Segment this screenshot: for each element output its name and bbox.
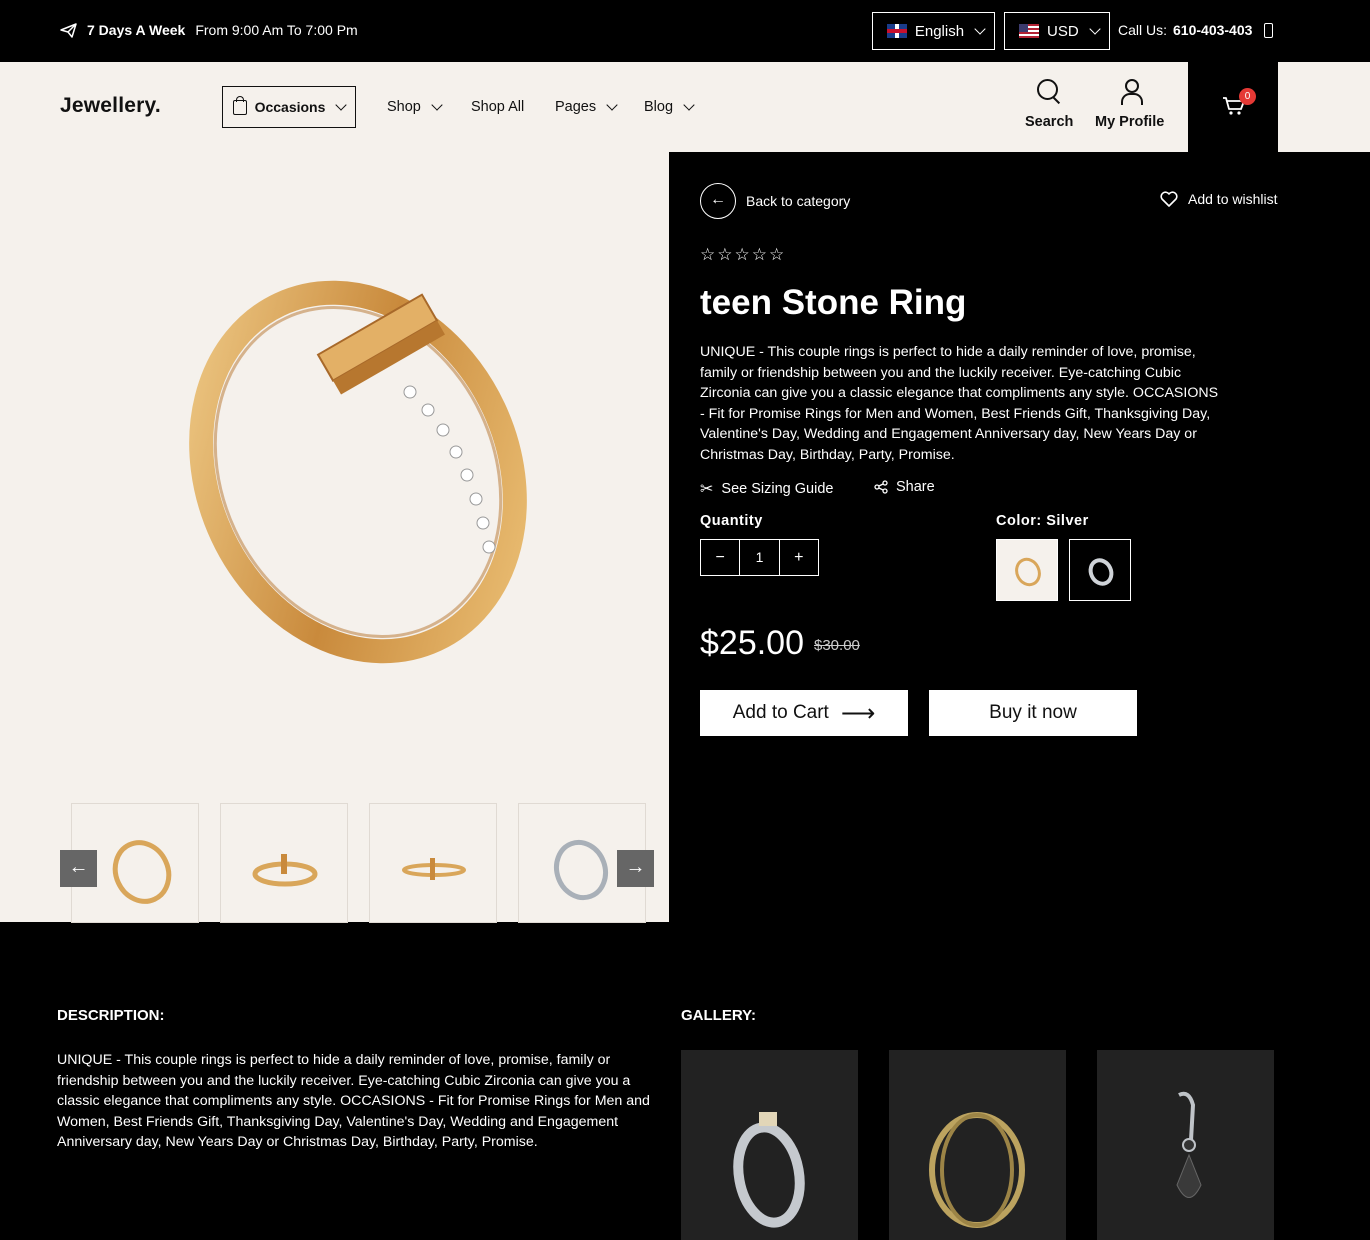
phone-icon: [1264, 22, 1274, 38]
hours-time: From 9:00 Am To 7:00 Pm: [195, 22, 358, 38]
nav-pages-label: Pages: [555, 99, 597, 115]
silver-ring-icon: [1088, 558, 1114, 586]
chevron-down-icon: [683, 99, 695, 111]
nav-shop[interactable]: Shop: [387, 99, 443, 115]
silver-ring-image: [733, 1112, 805, 1228]
cart-count-badge: 0: [1239, 88, 1256, 105]
buy-now-button[interactable]: Buy it now: [929, 690, 1137, 736]
nav-shop-all-label: Shop All: [471, 99, 525, 115]
arrow-right-icon: ⟶: [840, 699, 876, 727]
nav-pages[interactable]: Pages: [555, 99, 618, 115]
wishlist-label: Add to wishlist: [1188, 191, 1278, 207]
search-button[interactable]: Search: [1025, 78, 1073, 130]
nav-blog[interactable]: Blog: [644, 99, 695, 115]
search-icon: [1036, 78, 1062, 104]
occasions-label: Occasions: [254, 99, 326, 115]
thumbnail-3[interactable]: [369, 803, 497, 923]
quantity-decrease-button[interactable]: −: [701, 540, 739, 575]
user-icon: [1117, 78, 1143, 105]
nav-blog-label: Blog: [644, 99, 674, 115]
us-flag-icon: [1019, 24, 1039, 38]
color-label: Color: Silver: [996, 513, 1089, 529]
scissors-icon: ✂: [700, 481, 714, 498]
gallery-item-3[interactable]: [1097, 1050, 1274, 1240]
minus-icon: −: [715, 549, 725, 566]
rating-stars: ☆☆☆☆☆: [700, 245, 787, 264]
color-swatch-gold[interactable]: [996, 539, 1058, 601]
thumbnail-prev-button[interactable]: ←: [60, 850, 97, 887]
uk-flag-icon: [887, 24, 907, 38]
thumbnail-image: [252, 854, 318, 887]
add-to-cart-button[interactable]: Add to Cart ⟶: [700, 690, 908, 736]
chevron-down-icon: [974, 23, 986, 35]
nav-shop-label: Shop: [387, 99, 421, 115]
gold-ring-icon: [1015, 557, 1041, 587]
heart-icon: [1160, 191, 1178, 207]
gallery-item-1[interactable]: [681, 1050, 858, 1240]
product-detail-panel: [669, 152, 1370, 922]
woven-gold-ring-image: [929, 1112, 1025, 1228]
logo[interactable]: Jewellery.: [60, 94, 161, 118]
thumbnail-2[interactable]: [220, 803, 348, 923]
arrow-right-icon: →: [625, 856, 646, 878]
nav-shop-all[interactable]: Shop All: [471, 99, 524, 115]
gallery-heading: GALLERY:: [681, 1007, 756, 1024]
quantity-increase-button[interactable]: +: [780, 540, 818, 575]
share-button[interactable]: Share: [874, 479, 935, 495]
chevron-down-icon: [431, 99, 443, 111]
earring-image: [1176, 1091, 1202, 1198]
language-value: English: [914, 22, 965, 40]
language-select[interactable]: English: [872, 12, 995, 50]
opening-hours: 7 Days A Week From 9:00 Am To 7:00 Pm: [60, 22, 358, 38]
buy-now-label: Buy it now: [989, 702, 1077, 723]
arrow-left-icon: ←: [710, 191, 726, 208]
chevron-down-icon: [606, 99, 618, 111]
add-to-wishlist-button[interactable]: Add to wishlist: [1160, 191, 1277, 207]
call-label: Call Us:: [1118, 22, 1168, 38]
sizing-guide-link[interactable]: ✂ See Sizing Guide: [700, 479, 833, 499]
top-bar: 7 Days A Week From 9:00 Am To 7:00 Pm En…: [0, 0, 1370, 62]
back-to-category-link[interactable]: Back to category: [746, 193, 850, 209]
product-description: UNIQUE - This couple rings is perfect to…: [700, 344, 1219, 463]
quantity-input[interactable]: 1: [739, 540, 780, 575]
gallery-item-2[interactable]: [889, 1050, 1066, 1240]
thumbnail-next-button[interactable]: →: [617, 850, 654, 887]
currency-select[interactable]: USD: [1004, 12, 1110, 50]
call-us[interactable]: Call Us: 610-403-403: [1118, 22, 1274, 38]
share-label: Share: [896, 479, 935, 495]
currency-value: USD: [1047, 22, 1079, 40]
arrow-left-icon: ←: [68, 856, 89, 878]
main-header: Jewellery. Occasions Shop Shop All Pages…: [0, 62, 1370, 152]
shopping-bag-icon: [232, 95, 247, 115]
my-profile-button[interactable]: My Profile: [1095, 78, 1164, 130]
product-title: teen Stone Ring: [700, 283, 967, 322]
product-image: [189, 280, 527, 664]
occasions-button[interactable]: Occasions: [222, 86, 356, 128]
bottom-description: UNIQUE - This couple rings is perfect to…: [57, 1052, 650, 1150]
hours-days: 7 Days A Week: [87, 22, 186, 38]
chevron-down-icon: [1089, 23, 1101, 35]
back-button[interactable]: ←: [700, 183, 736, 219]
share-icon: [874, 480, 888, 494]
description-heading: DESCRIPTION:: [57, 1007, 165, 1024]
thumbnail-image: [402, 858, 466, 880]
add-to-cart-label: Add to Cart: [732, 702, 829, 723]
paper-plane-icon: [60, 22, 77, 38]
quantity-stepper: − 1 +: [700, 539, 819, 576]
plus-icon: +: [794, 549, 804, 566]
color-swatch-silver[interactable]: [1069, 539, 1131, 601]
cart-button[interactable]: [1188, 62, 1278, 152]
sizing-guide-label: See Sizing Guide: [721, 481, 834, 497]
chevron-down-icon: [335, 99, 348, 111]
original-price: $30.00: [814, 637, 860, 654]
search-label: Search: [1025, 114, 1074, 130]
current-price: $25.00: [700, 624, 804, 662]
profile-label: My Profile: [1095, 114, 1165, 130]
call-number: 610-403-403: [1173, 22, 1253, 38]
quantity-label: Quantity: [700, 513, 763, 529]
